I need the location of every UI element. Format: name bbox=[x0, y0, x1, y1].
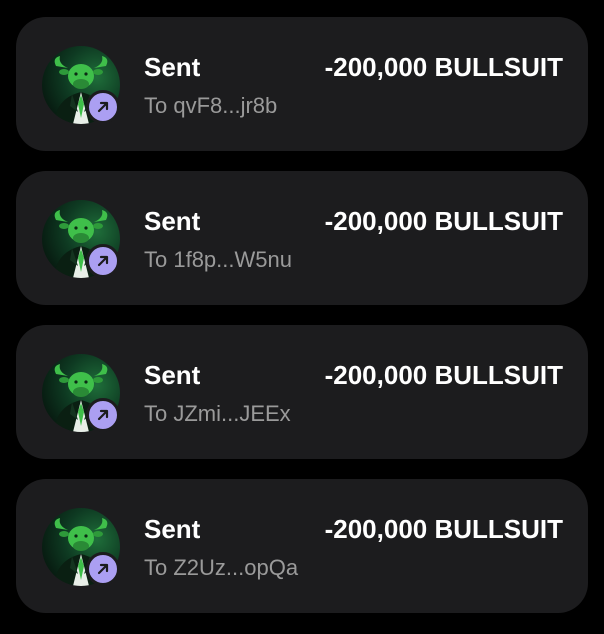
transaction-recipient: To qvF8...jr8b bbox=[144, 93, 278, 118]
transaction-amount: -200,000 BULLSUIT bbox=[324, 206, 563, 236]
token-avatar bbox=[42, 46, 120, 124]
transaction-item[interactable]: Sent -200,000 BULLSUIT To Z2Uz...opQa bbox=[16, 479, 588, 613]
arrow-up-right-icon bbox=[86, 244, 120, 278]
transaction-title: Sent bbox=[144, 360, 201, 390]
token-avatar bbox=[42, 200, 120, 278]
transaction-recipient: To Z2Uz...opQa bbox=[144, 555, 299, 580]
token-avatar bbox=[42, 354, 120, 432]
transaction-item[interactable]: Sent -200,000 BULLSUIT To qvF8...jr8b bbox=[16, 17, 588, 151]
arrow-up-right-icon bbox=[86, 90, 120, 124]
transaction-amount: -200,000 BULLSUIT bbox=[324, 514, 563, 544]
transaction-amount: -200,000 BULLSUIT bbox=[324, 52, 563, 82]
transaction-item[interactable]: Sent -200,000 BULLSUIT To JZmi...JEEx bbox=[16, 325, 588, 459]
transaction-title: Sent bbox=[144, 206, 201, 236]
arrow-up-right-icon bbox=[86, 552, 120, 586]
arrow-up-right-icon bbox=[86, 398, 120, 432]
transaction-recipient: To JZmi...JEEx bbox=[144, 401, 291, 426]
transaction-recipient: To 1f8p...W5nu bbox=[144, 247, 292, 272]
token-avatar bbox=[42, 508, 120, 586]
transaction-item[interactable]: Sent -200,000 BULLSUIT To 1f8p...W5nu bbox=[16, 171, 588, 305]
transaction-list: Sent -200,000 BULLSUIT To qvF8...jr8b Se… bbox=[0, 0, 604, 634]
transaction-title: Sent bbox=[144, 514, 201, 544]
transaction-title: Sent bbox=[144, 52, 201, 82]
transaction-amount: -200,000 BULLSUIT bbox=[324, 360, 563, 390]
